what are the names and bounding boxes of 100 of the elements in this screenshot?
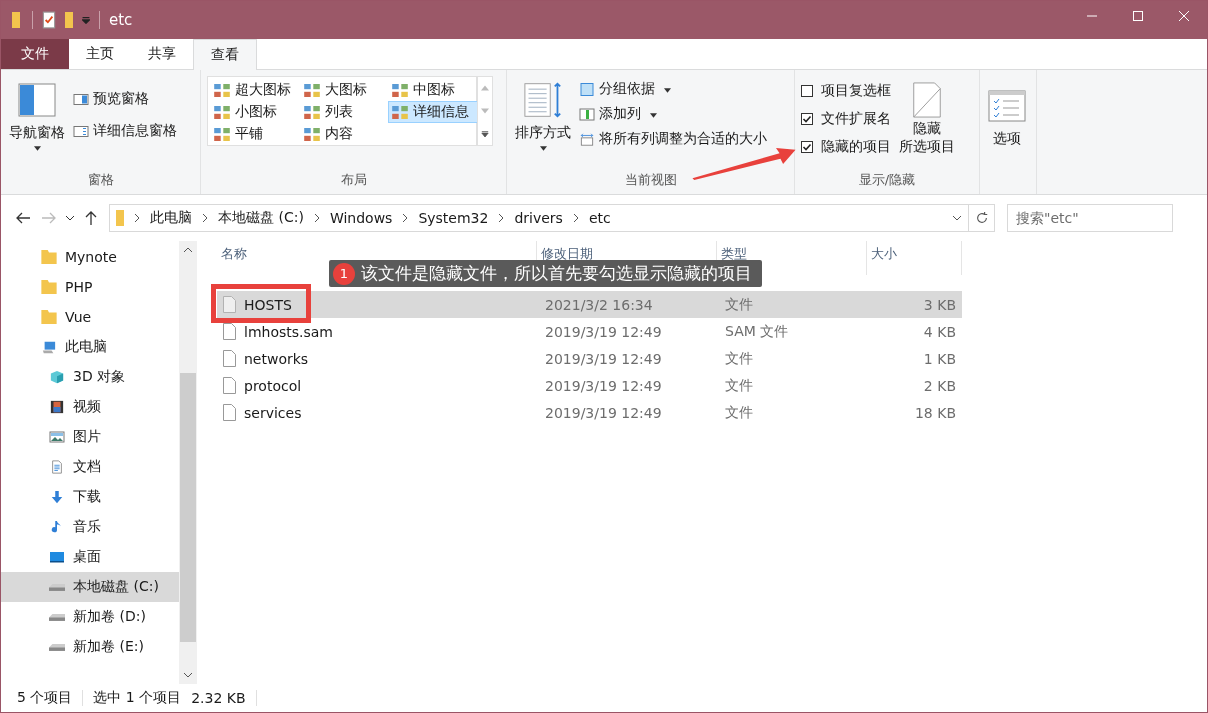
layout-option[interactable]: 大图标 [300,79,388,101]
scroll-thumb[interactable] [180,373,196,642]
layout-option[interactable]: 小图标 [210,101,300,123]
thumbnail-grid-icon [214,127,230,141]
sidebar-item[interactable]: 新加卷 (E:) [1,632,179,662]
details-pane-button[interactable]: 详细信息窗格 [73,122,177,140]
folder-icon[interactable] [12,11,20,29]
breadcrumb[interactable]: etc [588,210,611,226]
status-text: 选中 1 个项目 [93,689,182,707]
breadcrumb[interactable]: Windows [329,210,393,226]
layout-option[interactable]: 详细信息 [388,101,478,123]
step-badge: 1 [333,262,355,285]
tooltip-text: 该文件是隐藏文件，所以首先要勾选显示隐藏的项目 [361,262,752,285]
file-row[interactable]: protocol 2019/3/19 12:49 文件 2 KB [217,372,962,399]
expand-icon[interactable] [481,130,489,137]
table-cell-text: 2019/3/19 12:49 [544,323,663,340]
thumbnail-grid-icon [304,83,320,97]
layout-option[interactable]: 中图标 [388,79,478,101]
fit-columns-button[interactable]: 将所有列调整为合适的大小 [579,130,767,148]
sidebar-item[interactable]: Mynote [1,242,179,272]
refresh-button[interactable] [969,204,995,232]
refresh-icon [974,211,989,225]
thumbnail-grid-icon [304,127,320,141]
sidebar-item[interactable]: PHP [1,272,179,302]
layout-option[interactable]: 超大图标 [210,79,300,101]
pane-layout-icon [18,82,56,118]
drive-icon [49,613,65,621]
folder-icon[interactable] [65,11,73,29]
file-row[interactable]: networks 2019/3/19 12:49 文件 1 KB [217,345,962,372]
file-row[interactable]: lmhosts.sam 2019/3/19 12:49 SAM 文件 4 KB [217,318,962,345]
breadcrumb[interactable]: 此电脑 [150,209,192,227]
sidebar-item[interactable]: 本地磁盘 (C:) [1,572,179,602]
checkbox[interactable] [801,113,813,125]
sidebar-item[interactable]: 3D 对象 [1,362,179,392]
sidebar-item[interactable]: 桌面 [1,542,179,572]
checkbox-label[interactable]: 文件扩展名 [821,110,891,128]
breadcrumb[interactable]: 本地磁盘 (C:) [218,209,304,227]
ribbon-tab[interactable]: 主页 [69,39,131,69]
checkbox-label[interactable]: 隐藏的项目 [821,138,891,156]
file-row[interactable]: services 2019/3/19 12:49 文件 18 KB [217,399,962,426]
file-row[interactable]: HOSTS 2021/3/2 16:34 文件 3 KB [217,291,962,318]
file-name: networks [244,350,309,367]
column-header[interactable]: 名称 [221,246,247,261]
group-label: 显示/隐藏 [858,171,916,189]
table-cell-text: 文件 [724,295,754,314]
layout-option[interactable]: 内容 [300,123,388,145]
table-cell-text: 2019/3/19 12:49 [544,377,663,394]
sidebar-item[interactable]: 音乐 [1,512,179,542]
group-by-button[interactable]: 分组依据 [579,80,671,98]
sidebar-item[interactable]: 图片 [1,422,179,452]
layout-option[interactable]: 列表 [300,101,388,123]
sort-by-button[interactable]: 排序方式 [513,76,573,153]
thumbnail-grid-icon [304,105,320,119]
search-field[interactable]: 搜索"etc" [1007,204,1173,232]
column-header[interactable]: 类型 [721,246,747,261]
gallery-scrollbar[interactable] [477,76,493,146]
navigation-pane-button[interactable]: 导航窗格 [7,76,67,153]
ribbon-tab[interactable]: 查看 [193,39,257,70]
chevron-icon [402,213,409,223]
checkbox[interactable] [801,85,813,97]
address-field[interactable]: 此电脑 本地磁盘 (C:) Windows System32 drivers etc [109,204,969,232]
scroll-down-icon[interactable] [183,672,193,678]
sidebar-item[interactable]: 下载 [1,482,179,512]
options-button[interactable]: 选项 [986,76,1028,150]
file-name: services [244,404,302,421]
preview-pane-button[interactable]: 预览窗格 [73,90,149,108]
checkbox[interactable] [801,141,813,153]
scrollbar[interactable] [179,241,197,684]
ribbon-tab[interactable]: 共享 [131,39,193,69]
sidebar-item[interactable]: 文档 [1,452,179,482]
layout-option[interactable]: 平铺 [210,123,300,145]
file-menu-tab[interactable]: 文件 [1,39,69,69]
group-label: 当前视图 [624,171,677,189]
sidebar-item[interactable]: 新加卷 (D:) [1,602,179,632]
breadcrumb[interactable]: drivers [514,210,563,226]
thumbnail-grid-icon [392,83,408,97]
hide-selected-button[interactable]: 隐藏 所选项目 [897,76,957,158]
column-header[interactable]: 大小 [871,246,897,261]
table-cell-text: 2 KB [922,377,957,394]
group-label: 布局 [340,171,367,189]
table-cell-text: 文件 [724,376,754,395]
checkbox-label[interactable]: 项目复选框 [821,82,891,100]
add-column-button[interactable]: 添加列 [579,105,657,123]
column-header[interactable]: 修改日期 [541,246,593,261]
sidebar-item[interactable]: 此电脑 [1,332,179,362]
computer-icon [41,340,57,354]
dropdown-icon[interactable] [82,16,90,24]
drive-icon [49,583,65,591]
breadcrumb[interactable]: System32 [418,210,489,226]
table-cell-text: SAM 文件 [724,322,790,341]
group-label: 窗格 [87,171,114,189]
chevron-icon [134,213,140,223]
sidebar-item[interactable]: Vue [1,302,179,332]
recent-locations-button[interactable] [65,215,75,221]
dropdown-icon[interactable] [952,215,962,221]
sidebar-item[interactable]: 视频 [1,392,179,422]
checklist-icon[interactable] [42,11,56,29]
scroll-up-icon[interactable] [183,247,193,253]
chevron-icon [313,213,320,223]
file-name: HOSTS [244,296,292,313]
